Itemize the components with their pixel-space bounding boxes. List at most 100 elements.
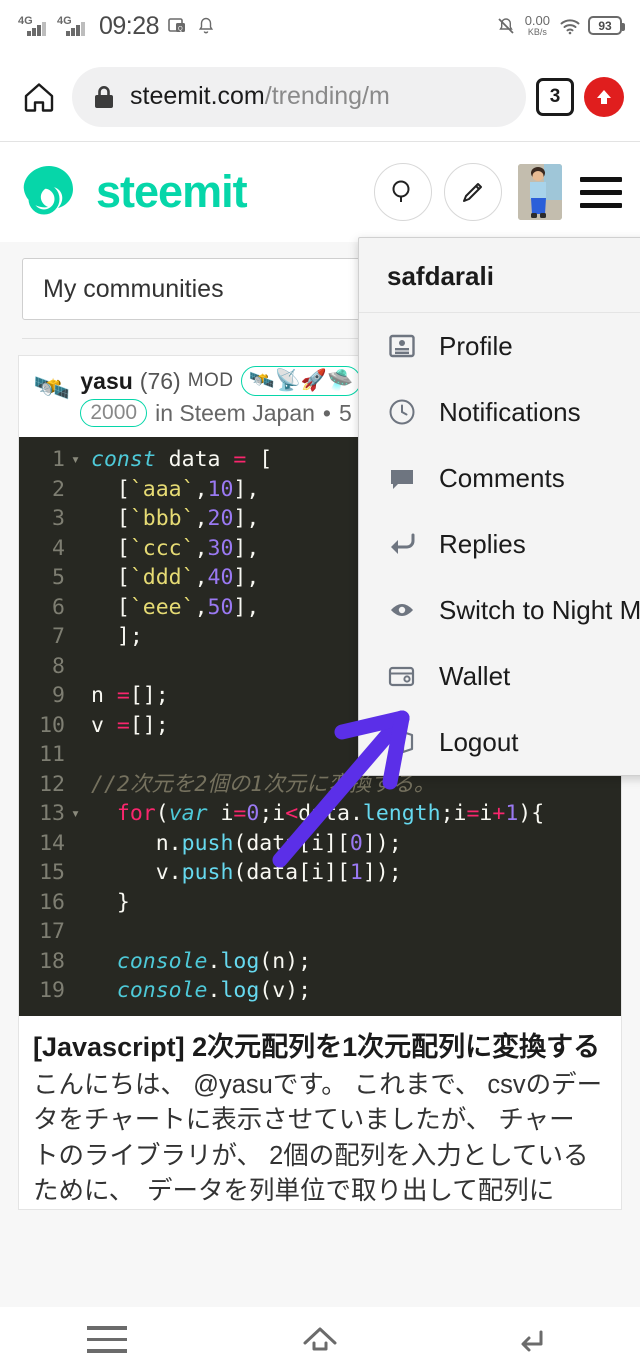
search-icon[interactable] (374, 163, 432, 221)
post-separator: • (322, 399, 331, 426)
code-line: 16 } (19, 888, 621, 918)
pencil-icon[interactable] (444, 163, 502, 221)
signal-4g-icon: 4G (18, 14, 48, 38)
recents-icon[interactable] (0, 1326, 213, 1353)
menu-item-wallet[interactable]: Wallet (359, 643, 640, 709)
url-text: steemit.com/trending/m (130, 82, 390, 111)
code-line-number: 19 (39, 978, 65, 1004)
code-line-number: 11 (39, 742, 65, 768)
steemit-logo-icon (23, 166, 74, 215)
tab-count-value: 3 (549, 85, 561, 107)
code-line-number: 10 (39, 712, 65, 738)
code-fold-marker (71, 829, 87, 859)
code-fold-marker (71, 475, 87, 505)
code-fold-marker (71, 563, 87, 593)
menu-item-label: Switch to Night Mo (439, 594, 640, 625)
code-fold-marker (71, 622, 87, 652)
code-fold-marker (71, 976, 87, 1006)
code-fold-marker (71, 652, 87, 682)
url-path: /trending/m (264, 82, 390, 110)
post-body-line: ために、 データを列単位で取り出して配列に (33, 1176, 555, 1205)
code-line: 18 console.log(n); (19, 947, 621, 977)
code-line-content: console.log(v); (91, 978, 312, 1004)
code-fold-marker[interactable]: ▾ (71, 445, 87, 475)
battery-level: 93 (598, 18, 612, 33)
menu-item-replies[interactable]: Replies (359, 511, 640, 577)
post-author-reputation: (76) (139, 367, 181, 394)
status-bar-right: 0.00 KB/s 93 (496, 14, 625, 37)
code-fold-marker (71, 770, 87, 800)
code-line-number: 17 (39, 919, 65, 945)
code-line-number: 12 (39, 771, 65, 797)
back-arrow-icon[interactable] (427, 1322, 640, 1358)
menu-item-label: Replies (439, 528, 526, 559)
menu-item-logout[interactable]: Logout (359, 709, 640, 775)
code-line-content (87, 917, 621, 947)
code-fold-marker (71, 681, 87, 711)
android-nav-bar (0, 1307, 640, 1372)
code-line-number: 18 (39, 948, 65, 974)
community-avatar-icon: 🛰️ (33, 372, 71, 405)
code-fold-marker[interactable]: ▾ (71, 799, 87, 829)
tab-count-button[interactable]: 3 (536, 77, 574, 116)
phone-screenshot: 4G 4G 09:28 Q 0.00 KB/s 93 steemit.com/t… (0, 0, 640, 1372)
steemit-logo[interactable]: steemit (18, 161, 362, 223)
post-body-line: こんにちは、 @yasuです。 これまで、 csvのデー (33, 1071, 603, 1100)
post-author-mod-tag: MOD (187, 370, 234, 392)
code-fold-marker (71, 504, 87, 534)
code-line-number: 7 (52, 624, 65, 650)
code-line-content: } (91, 889, 130, 915)
code-line: 19 console.log(v); (19, 976, 621, 1006)
exit-door-icon (385, 725, 419, 759)
wallet-icon (385, 659, 419, 693)
user-dropdown-menu: safdarali Profile Notifications Comments… (358, 237, 640, 776)
code-line-number: 3 (52, 506, 65, 532)
avatar[interactable] (518, 164, 562, 220)
code-fold-marker (71, 888, 87, 918)
menu-username: safdarali (359, 238, 640, 313)
signal-4g-icon-2: 4G (57, 14, 87, 38)
data-rate-indicator: 0.00 KB/s (525, 14, 550, 37)
menu-item-profile[interactable]: Profile (359, 313, 640, 379)
post-body-line: トのライブラリが、 2個の配列を入力としている (33, 1141, 589, 1170)
menu-item-night-mode[interactable]: Switch to Night Mo (359, 577, 640, 643)
lock-icon (92, 84, 116, 110)
post-author-name[interactable]: yasu (80, 368, 132, 395)
url-domain: steemit.com (130, 82, 265, 110)
steemit-logo-text: steemit (96, 166, 248, 217)
my-communities-label: My communities (43, 274, 224, 303)
clock-icon (385, 395, 419, 429)
code-line-content: v.push(data[i][1]); (91, 860, 402, 886)
hamburger-menu-icon[interactable] (580, 176, 622, 208)
code-line: 15 v.push(data[i][1]); (19, 858, 621, 888)
post-title[interactable]: [Javascript] 2次元配列を1次元配列に変換する (19, 1016, 621, 1065)
home-outline-icon[interactable] (213, 1322, 426, 1358)
menu-item-label: Notifications (439, 396, 581, 427)
code-line: 17 (19, 917, 621, 947)
code-fold-marker (71, 947, 87, 977)
screenshot-icon: Q (168, 16, 188, 36)
post-community-name[interactable]: in Steem Japan (155, 400, 315, 427)
code-line-number: 4 (52, 535, 65, 561)
eye-icon (385, 593, 419, 627)
menu-item-comments[interactable]: Comments (359, 445, 640, 511)
home-icon[interactable] (16, 79, 62, 115)
post-badge-emojis: 🛰️📡🚀🛸 (240, 366, 362, 397)
code-fold-marker (71, 534, 87, 564)
code-fold-marker (71, 858, 87, 888)
code-line-number: 16 (39, 889, 65, 915)
steemit-site-header: steemit (0, 142, 640, 242)
code-fold-marker (71, 740, 87, 770)
code-line-number: 15 (39, 860, 65, 886)
svg-text:Q: Q (178, 27, 183, 33)
code-line-number: 2 (52, 476, 65, 502)
upload-arrow-icon[interactable] (584, 76, 624, 117)
menu-item-label: Logout (439, 726, 519, 757)
menu-item-notifications[interactable]: Notifications (359, 379, 640, 445)
bell-icon (197, 16, 217, 36)
data-rate-value: 0.00 (524, 13, 550, 29)
url-bar[interactable]: steemit.com/trending/m (72, 66, 526, 127)
code-line-content: n.push(data[i][0]); (91, 830, 402, 856)
menu-item-label: Comments (439, 462, 565, 493)
code-line: 14 n.push(data[i][0]); (19, 829, 621, 859)
